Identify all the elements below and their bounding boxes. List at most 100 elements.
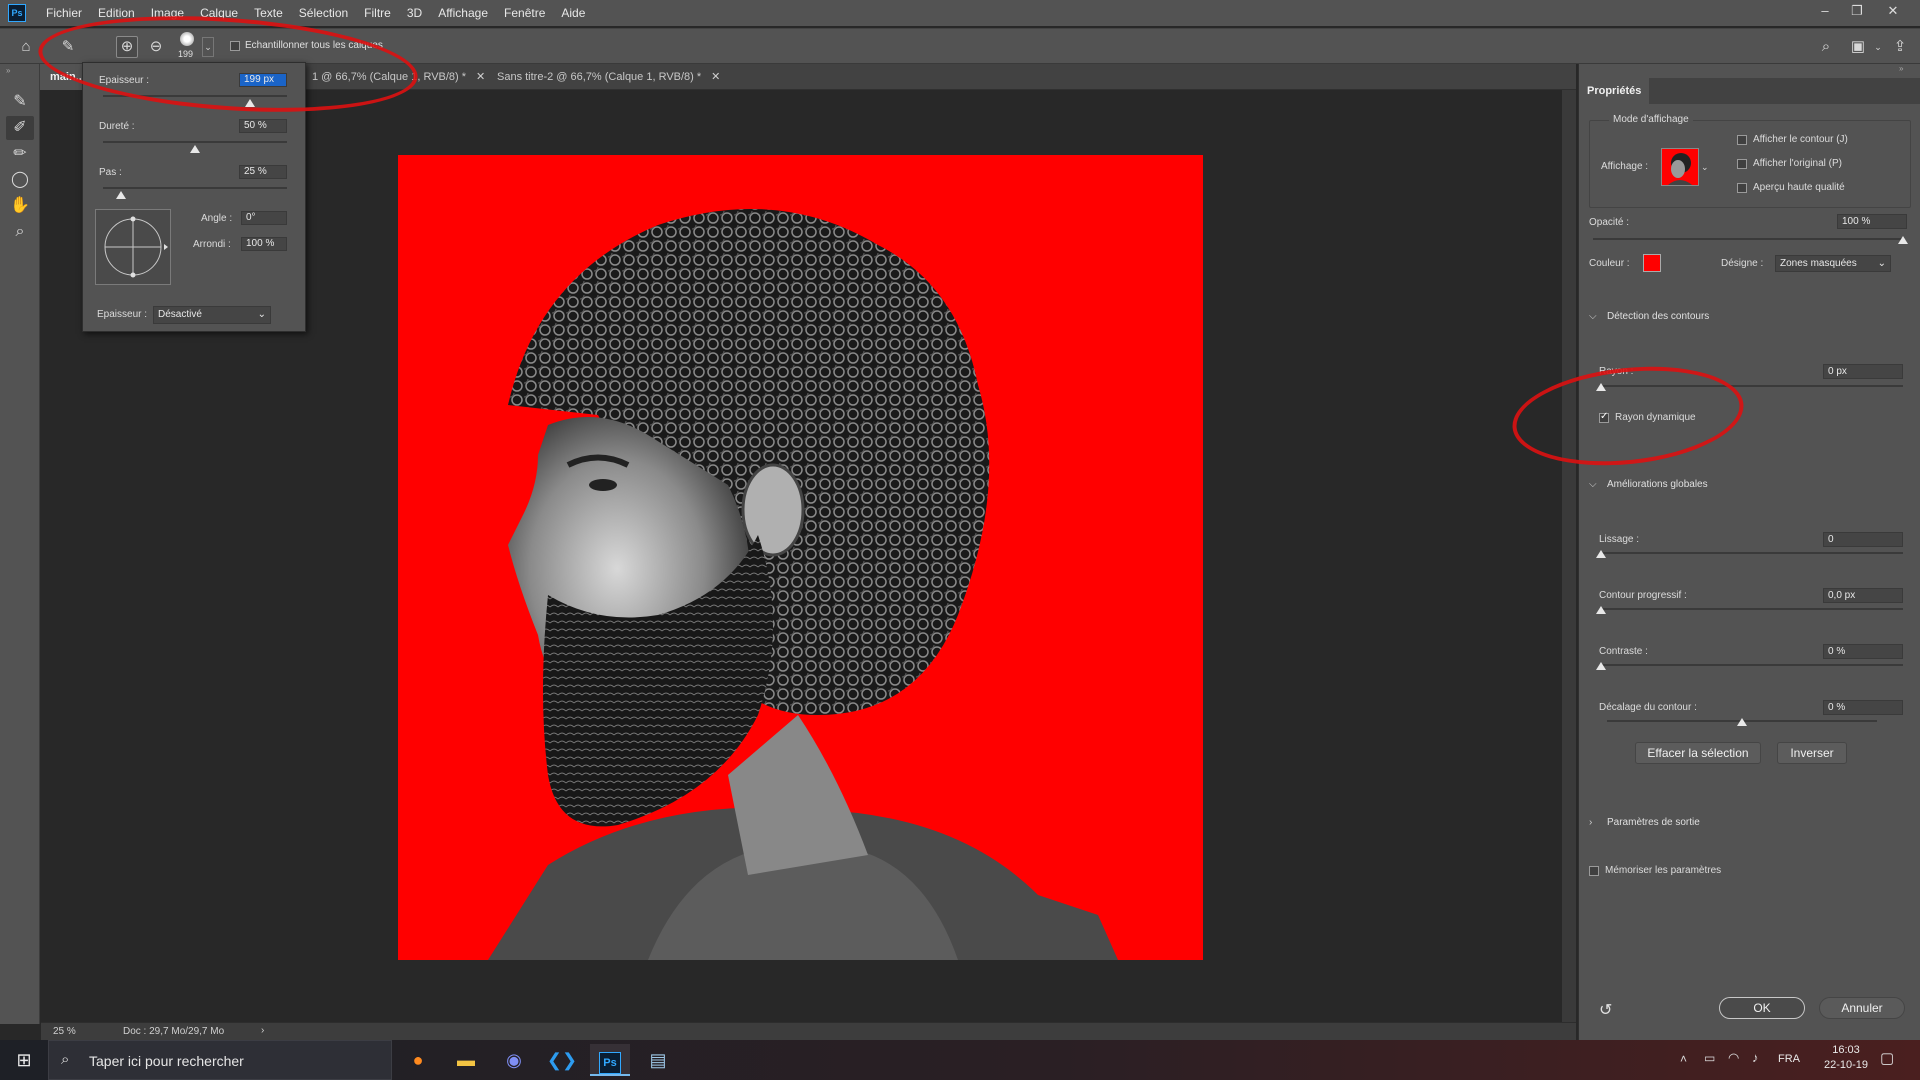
taskbar-search-box[interactable]: ⌕ Taper ici pour rechercher [48,1040,392,1080]
brush-angle-preview[interactable] [95,209,171,285]
close-icon[interactable]: ✕ [1878,0,1908,22]
workspace-dropdown-icon[interactable]: ⌄ [1868,37,1888,57]
roundness-label: Arrondi : [193,239,231,250]
minimize-icon[interactable]: – [1810,0,1840,22]
photoshop-taskbar-icon[interactable]: Ps [590,1044,630,1076]
angle-label: Angle : [201,213,233,224]
spacing-slider[interactable] [103,187,287,189]
properties-header: Propriétés [1579,78,1920,104]
hardness-slider-thumb[interactable] [190,145,200,153]
feather-slider[interactable] [1601,608,1903,610]
shift-edge-label: Décalage du contour : [1599,702,1697,713]
show-edge-checkbox[interactable] [1737,134,1747,145]
invert-button[interactable]: Inverser [1777,742,1847,764]
angle-field[interactable]: 0° [241,211,287,225]
search-icon[interactable]: ⌕ [1816,37,1836,57]
menu-item-8[interactable]: Affichage [430,0,496,26]
output-settings-section[interactable]: › Paramètres de sortie [1589,817,1700,828]
discord-icon[interactable]: ◉ [494,1044,534,1076]
lasso-tool-icon[interactable]: ◯ [6,168,34,192]
clock-time: 16:03 [1832,1044,1860,1056]
properties-panel: » Propriétés Mode d'affichage Affichage … [1578,64,1920,1040]
close-tab-icon[interactable]: ✕ [711,71,720,83]
zoom-level[interactable]: 25 % [53,1026,76,1037]
collapse-toolbar-icon[interactable]: » [6,66,10,75]
battery-icon[interactable]: ▭ [1704,1051,1715,1065]
show-original-checkbox[interactable] [1737,158,1747,169]
roundness-field[interactable]: 100 % [241,237,287,251]
spacing-field[interactable]: 25 % [239,165,287,179]
close-tab-icon[interactable]: ✕ [476,71,485,83]
spacing-slider-thumb[interactable] [116,191,127,199]
show-original-label: Afficher l'original (P) [1753,158,1842,169]
opacity-slider-thumb[interactable] [1898,236,1908,244]
menu-item-6[interactable]: Filtre [356,0,399,26]
view-mode-title: Mode d'affichage [1609,114,1693,125]
collapse-panel-icon[interactable]: » [1899,64,1903,73]
status-menu-arrow-icon[interactable]: › [261,1025,264,1036]
smooth-slider[interactable] [1601,552,1903,554]
ok-button[interactable]: OK [1719,997,1805,1019]
smooth-field[interactable]: 0 [1823,532,1903,547]
cancel-button[interactable]: Annuler [1819,997,1905,1019]
view-mode-thumbnail[interactable] [1661,148,1699,186]
vertical-scrollbar[interactable] [1562,90,1576,1022]
menu-item-7[interactable]: 3D [399,0,430,26]
opacity-slider[interactable] [1593,238,1903,240]
remember-settings-label: Mémoriser les paramètres [1605,865,1722,876]
shift-edge-field[interactable]: 0 % [1823,700,1903,715]
volume-icon[interactable]: ♪ [1752,1050,1759,1065]
document-image[interactable] [398,155,1203,960]
menu-item-0[interactable]: Fichier [38,0,90,26]
tab-properties[interactable]: Propriétés [1579,78,1649,104]
opacity-field[interactable]: 100 % [1837,214,1907,229]
refine-edge-brush-icon[interactable]: ✐ [6,116,34,140]
global-refinements-section[interactable]: ⌵ Améliorations globales [1589,479,1708,490]
contrast-field[interactable]: 0 % [1823,644,1903,659]
hand-tool-icon[interactable]: ✋ [6,194,34,218]
smooth-slider-thumb[interactable] [1596,550,1606,558]
windows-start-icon[interactable]: ⊞ [4,1044,44,1076]
indicates-label: Désigne : [1721,258,1764,269]
contrast-slider-thumb[interactable] [1596,662,1606,670]
show-hidden-icons-icon[interactable]: ˄ [1680,1052,1687,1066]
indicates-dropdown[interactable]: Zones masquées ⌄ [1775,255,1891,272]
radius-field[interactable]: 0 px [1823,364,1903,379]
share-icon[interactable]: ⇪ [1890,37,1910,57]
shift-edge-slider-thumb[interactable] [1737,718,1747,726]
hardness-field[interactable]: 50 % [239,119,287,133]
menu-item-9[interactable]: Fenêtre [496,0,553,26]
remember-settings-checkbox[interactable] [1589,865,1599,876]
menu-item-5[interactable]: Sélection [291,0,356,26]
edge-detection-section[interactable]: ⌵ Détection des contours [1589,311,1709,322]
overlay-color-swatch[interactable] [1643,254,1661,272]
workspace-icon[interactable]: ▣ [1848,37,1868,57]
file-explorer-icon[interactable]: ▬ [446,1044,486,1076]
brush-tool-icon[interactable]: ✏ [6,142,34,166]
contrast-slider[interactable] [1601,664,1903,666]
notepad-icon[interactable]: ▤ [638,1044,678,1076]
restore-icon[interactable]: ❐ [1842,0,1872,22]
tab-document-2[interactable]: Sans titre-2 @ 66,7% (Calque 1, RVB/8) *… [487,64,730,90]
view-mode-dropdown-icon[interactable]: ⌄ [1701,162,1709,173]
feather-slider-thumb[interactable] [1596,606,1606,614]
smooth-label: Lissage : [1599,534,1640,545]
zoom-tool-icon[interactable]: ⌕ [6,220,34,244]
quick-selection-tool-icon[interactable]: ✎ [6,90,34,114]
feather-field[interactable]: 0,0 px [1823,588,1903,603]
wifi-icon[interactable]: ◠ [1728,1050,1739,1066]
menu-item-10[interactable]: Aide [553,0,593,26]
pressure-size-dropdown[interactable]: Désactivé ⌄ [153,306,271,324]
clock[interactable]: 16:03 22-10-19 [1816,1044,1876,1071]
language-indicator[interactable]: FRA [1778,1053,1800,1065]
feather-label: Contour progressif : [1599,590,1687,601]
firefox-icon[interactable]: ● [398,1044,438,1076]
clear-selection-button[interactable]: Effacer la sélection [1635,742,1761,764]
hardness-slider[interactable] [103,141,287,143]
reset-icon[interactable]: ↺ [1599,1000,1612,1020]
vscode-icon[interactable]: ❮❯ [542,1044,582,1076]
home-icon[interactable]: ⌂ [16,37,36,57]
notifications-icon[interactable]: ▢ [1880,1049,1894,1067]
search-icon: ⌕ [61,1051,70,1068]
hq-preview-checkbox[interactable] [1737,182,1747,193]
